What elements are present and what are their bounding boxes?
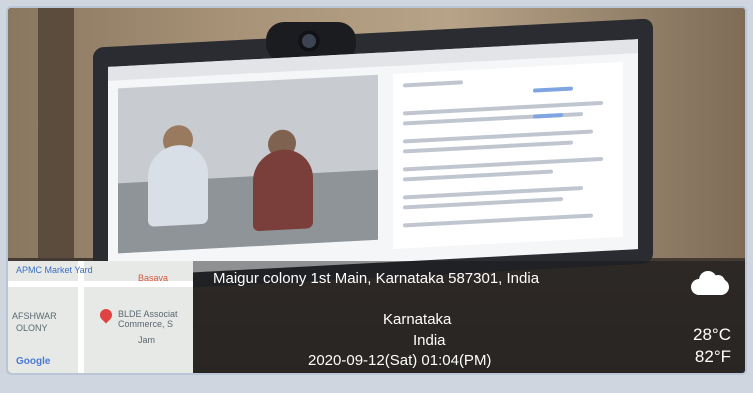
panel-line <box>403 156 603 172</box>
temperature-celsius: 28°C <box>693 325 731 344</box>
map-label: Commerce, S <box>118 319 174 329</box>
address-text: Maigur colony 1st Main, Karnataka 587301… <box>213 270 540 287</box>
laptop-screen <box>108 39 638 277</box>
panel-line <box>533 86 573 93</box>
datetime-text: 2020-09-12(Sat) 01:04(PM) <box>308 352 492 369</box>
side-panel <box>393 61 623 249</box>
person-body <box>253 148 313 232</box>
door-frame <box>38 8 74 258</box>
webcam-lens <box>298 30 320 52</box>
temperature-fahrenheit: 82°F <box>694 347 731 366</box>
person-body <box>148 143 208 227</box>
google-logo: Google <box>16 356 51 367</box>
panel-line <box>403 213 593 228</box>
panel-line <box>403 80 463 88</box>
video-call-area <box>118 74 378 254</box>
panel-line <box>403 197 563 210</box>
photo-frame: APMC Market Yard Basava AFSHWAR OLONY BL… <box>8 8 745 373</box>
geotag-overlay: APMC Market Yard Basava AFSHWAR OLONY BL… <box>8 261 745 373</box>
map-label: Jam <box>138 335 156 345</box>
panel-line <box>403 140 573 154</box>
map-label: AFSHWAR <box>12 311 57 321</box>
country-text: India <box>413 332 446 349</box>
state-text: Karnataka <box>383 311 452 328</box>
map-label: BLDE Associat <box>118 309 178 319</box>
map-label: OLONY <box>16 323 48 333</box>
cloud-icon <box>685 269 733 297</box>
map-pin-icon <box>97 306 115 324</box>
panel-line <box>533 113 563 119</box>
map-road <box>78 261 84 373</box>
location-map: APMC Market Yard Basava AFSHWAR OLONY BL… <box>8 261 193 373</box>
map-label: APMC Market Yard <box>16 265 93 275</box>
map-label: Basava <box>138 273 169 283</box>
panel-line <box>403 169 553 182</box>
